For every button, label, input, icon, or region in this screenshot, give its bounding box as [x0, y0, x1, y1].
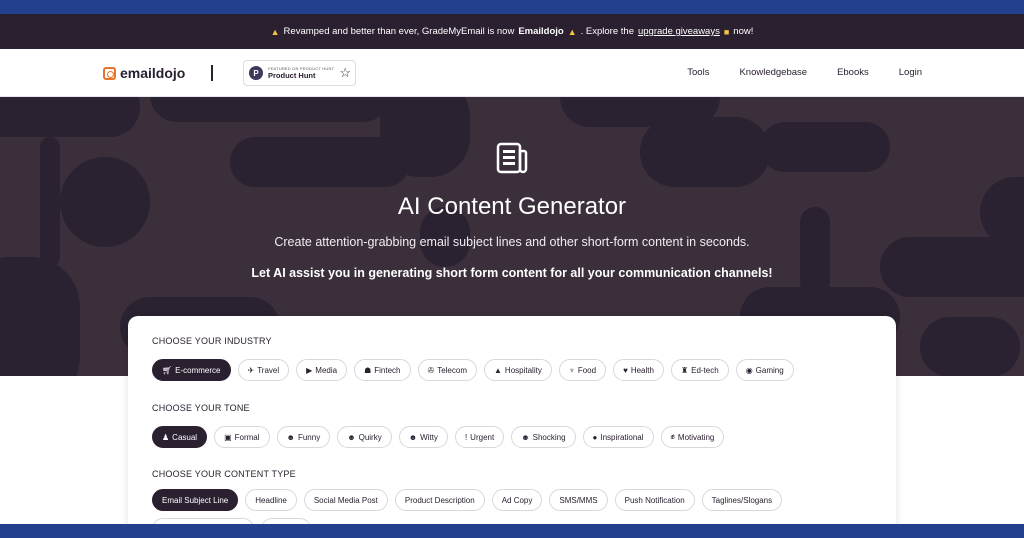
chip-product-description[interactable]: Product Description — [394, 489, 485, 511]
chip-ad-copy[interactable]: Ad Copy — [491, 489, 543, 511]
hand-coin-icon: ☗ — [364, 365, 372, 375]
chip-inspirational[interactable]: ● Inspirational — [582, 426, 654, 448]
top-navbar: emaildojo P FEATURED ON PRODUCT HUNT Pro… — [0, 49, 1024, 97]
nav-link-login[interactable]: Login — [899, 67, 922, 78]
chip-motivating[interactable]: ✊︎ Motivating — [660, 426, 725, 448]
chip-travel[interactable]: ✈︎ Travel — [237, 359, 290, 381]
chip-hospitality[interactable]: ▲ Hospitality — [484, 359, 552, 381]
bell-icon: ▲ — [494, 365, 502, 375]
generator-card: CHOOSE YOUR INDUSTRY 🛒︎ E-commerce ✈︎ Trav… — [128, 316, 896, 538]
chip-witty[interactable]: ☻ Witty — [398, 426, 448, 448]
chip-food[interactable]: ♆ Food — [558, 359, 607, 381]
announcement-bar: ▲ Revamped and better than ever, GradeMy… — [0, 14, 1024, 49]
satellite-icon: ✇ — [427, 365, 435, 375]
utensils-icon: ♆ — [568, 365, 575, 375]
cart-icon: 🛒︎ — [162, 365, 173, 375]
plane-icon: ✈︎ — [247, 365, 255, 375]
tshirt-icon: ♟ — [162, 432, 170, 442]
nav-link-ebooks[interactable]: Ebooks — [837, 67, 869, 78]
chip-push-notification[interactable]: Push Notification — [614, 489, 695, 511]
content-type-label: CHOOSE YOUR CONTENT TYPE — [152, 469, 296, 479]
heart-icon: ♥ — [623, 365, 628, 375]
chip-media[interactable]: ▶︎ Media — [296, 359, 348, 381]
party-icon-2: ▲ — [567, 26, 577, 37]
hero-tagline: Let AI assist you in generating short fo… — [251, 266, 773, 280]
star-icon: ☆ — [339, 65, 351, 80]
announcement-prefix: Revamped and better than ever, GradeMyEm… — [283, 26, 515, 37]
exclamation-icon: ! — [464, 432, 468, 442]
play-icon: ▶︎ — [306, 365, 313, 375]
chip-formal[interactable]: ▣ Formal — [214, 426, 270, 448]
gamepad-icon: ◉ — [745, 365, 753, 375]
party-icon: ▲ — [270, 26, 280, 37]
chip-edtech[interactable]: ♜ Ed-tech — [670, 359, 729, 381]
chip-fintech[interactable]: ☗ Fintech — [354, 359, 411, 381]
chip-headline[interactable]: Headline — [245, 489, 297, 511]
lightbulb-icon: ● — [592, 432, 598, 442]
nav-link-tools[interactable]: Tools — [687, 67, 709, 78]
product-hunt-badge[interactable]: P FEATURED ON PRODUCT HUNT Product Hunt … — [243, 60, 356, 86]
newspaper-icon — [496, 142, 528, 174]
grin-icon: ☻ — [408, 432, 418, 442]
chip-urgent[interactable]: ! Urgent — [454, 426, 505, 448]
surprise-icon: ☻ — [521, 432, 530, 442]
briefcase-icon: ▣ — [224, 432, 232, 442]
content-type-chips: Email Subject Line Headline Social Media… — [152, 489, 783, 511]
laugh-icon: ☻ — [286, 432, 295, 442]
chip-sms-mms[interactable]: SMS/MMS — [549, 489, 608, 511]
chip-quirky[interactable]: ☻ Quirky — [337, 426, 392, 448]
page-title: AI Content Generator — [397, 193, 627, 220]
ph-name: Product Hunt — [268, 70, 316, 80]
chip-gaming[interactable]: ◉ Gaming — [735, 359, 794, 381]
chip-funny[interactable]: ☻ Funny — [276, 426, 331, 448]
window-frame-bottom — [0, 524, 1024, 538]
wink-icon: ☻ — [347, 432, 356, 442]
chip-email-subject-line[interactable]: Email Subject Line — [152, 489, 239, 511]
nav-link-knowledgebase[interactable]: Knowledgebase — [739, 67, 807, 78]
nav-links: Tools Knowledgebase Ebooks Login — [687, 67, 922, 78]
product-hunt-icon: P — [249, 66, 263, 80]
logo-text: emaildojo — [120, 65, 186, 81]
giveaways-link[interactable]: upgrade giveaways — [638, 26, 720, 37]
chip-health[interactable]: ♥ Health — [613, 359, 664, 381]
fist-icon: ✊︎ — [670, 432, 675, 441]
graduation-cap-icon: ♜ — [680, 365, 689, 375]
nav-divider — [211, 65, 213, 81]
industry-label: CHOOSE YOUR INDUSTRY — [152, 336, 272, 346]
chip-taglines-slogans[interactable]: Taglines/Slogans — [701, 489, 783, 511]
gift-icon: ■ — [723, 26, 730, 37]
chip-social-media-post[interactable]: Social Media Post — [303, 489, 388, 511]
announcement-middle: . Explore the — [580, 26, 634, 37]
chip-ecommerce[interactable]: 🛒︎ E-commerce — [152, 359, 231, 381]
tone-label: CHOOSE YOUR TONE — [152, 403, 250, 413]
window-frame-top — [0, 0, 1024, 14]
hero-subtitle: Create attention-grabbing email subject … — [274, 235, 750, 249]
logo-icon — [103, 66, 116, 80]
industry-chips: 🛒︎ E-commerce ✈︎ Travel ▶︎ Media ☗ Fintech ✇… — [152, 359, 794, 381]
chip-shocking[interactable]: ☻ Shocking — [511, 426, 576, 448]
chip-casual[interactable]: ♟ Casual — [152, 426, 208, 448]
emaildojo-logo[interactable]: emaildojo — [103, 65, 185, 81]
tone-chips: ♟ Casual ▣ Formal ☻ Funny ☻ Quirky ☻ Witty ! U… — [152, 426, 725, 448]
announcement-suffix: now! — [733, 26, 754, 37]
chip-telecom[interactable]: ✇ Telecom — [417, 359, 477, 381]
announcement-brand: Emaildojo — [518, 26, 564, 37]
